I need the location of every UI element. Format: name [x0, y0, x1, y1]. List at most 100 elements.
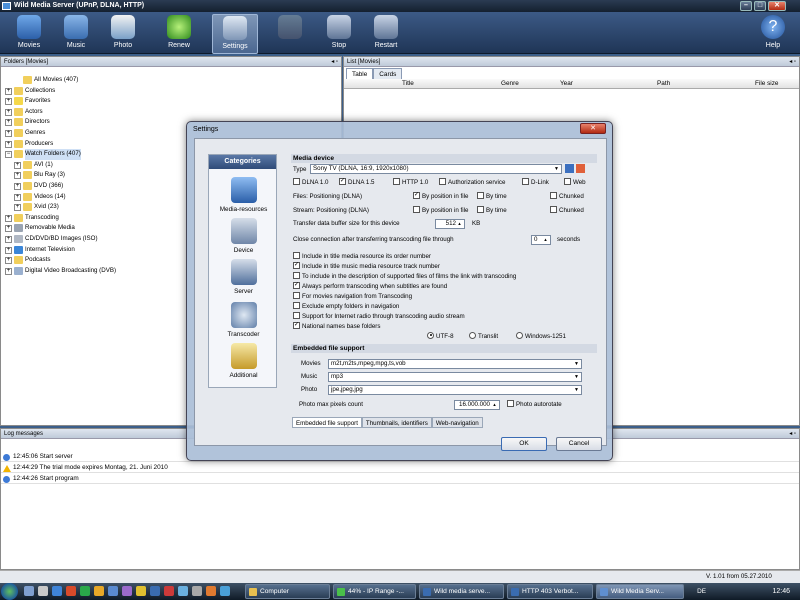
expand-icon[interactable]: +	[14, 193, 21, 201]
panel-pin-icon[interactable]: ◂ ▫	[331, 57, 338, 67]
expand-icon[interactable]: +	[5, 235, 12, 243]
quicklaunch-icon[interactable]	[178, 586, 188, 596]
photo-max-input[interactable]: 16.000.000 ▴	[454, 400, 500, 410]
category-media-resources[interactable]: Media-resources	[209, 177, 278, 213]
tree-item[interactable]: All Movies (407)	[1, 75, 341, 86]
quicklaunch-icon[interactable]	[66, 586, 76, 596]
task-ip-range[interactable]: 44% - IP Range -...	[333, 584, 416, 599]
cancel-button[interactable]: Cancel	[556, 437, 602, 451]
expand-icon[interactable]: +	[5, 140, 12, 148]
music-ext-select[interactable]: mp3 ▼	[328, 372, 582, 382]
expand-icon[interactable]: +	[14, 204, 21, 212]
http10-checkbox[interactable]: HTTP 1.0	[393, 177, 428, 188]
stop-button[interactable]: Stop	[316, 14, 362, 54]
task-wild-media-browser[interactable]: Wild media serve...	[419, 584, 504, 599]
files-by-position-checkbox[interactable]: ✓ By position in file	[413, 191, 468, 202]
music-button[interactable]: Music	[53, 14, 99, 54]
quicklaunch-icon[interactable]	[150, 586, 160, 596]
web-checkbox[interactable]: Web	[564, 177, 586, 188]
column-file-size[interactable]: File size	[755, 79, 778, 89]
stream-by-time-checkbox[interactable]: By time	[477, 205, 507, 216]
quicklaunch-icon[interactable]	[122, 586, 132, 596]
quicklaunch-icon[interactable]	[206, 586, 216, 596]
expand-icon[interactable]: +	[5, 87, 12, 95]
help-button[interactable]: ? Help	[750, 14, 796, 54]
files-by-time-checkbox[interactable]: By time	[477, 191, 507, 202]
start-button[interactable]	[1, 583, 18, 600]
tab-embedded-file-support[interactable]: Embedded file support	[292, 417, 362, 428]
maximize-button[interactable]: □	[754, 1, 766, 11]
expand-icon[interactable]: +	[5, 225, 12, 233]
files-chunked-checkbox[interactable]: Chunked	[550, 191, 584, 202]
restart-button[interactable]: Restart	[363, 14, 409, 54]
quicklaunch-icon[interactable]	[24, 586, 34, 596]
tree-item[interactable]: + Favorites	[1, 96, 341, 107]
dialog-close-button[interactable]: ✕	[580, 123, 606, 134]
photo-ext-select[interactable]: jpe,jpeg,jpg ▼	[328, 385, 582, 395]
tab-web-navigation[interactable]: Web-navigation	[431, 417, 483, 428]
device-type-select[interactable]: Sony TV (DLNA, 16:9, 1920x1080) ▼	[310, 164, 562, 174]
tab-thumbnails-identifiers[interactable]: Thumbnails, identifiers	[361, 417, 432, 428]
quicklaunch-icon[interactable]	[80, 586, 90, 596]
quicklaunch-icon[interactable]	[220, 586, 230, 596]
spinner-icon[interactable]: ▴	[456, 221, 463, 227]
expand-icon[interactable]: +	[14, 182, 21, 190]
expand-icon[interactable]: +	[5, 108, 12, 116]
enc-utf8-radio[interactable]: UTF-8	[427, 331, 454, 342]
expand-icon[interactable]: +	[5, 267, 12, 275]
close-connection-input[interactable]: 0 ▴	[531, 235, 551, 245]
quicklaunch-icon[interactable]	[164, 586, 174, 596]
category-device[interactable]: Device	[209, 218, 278, 254]
ok-button[interactable]: OK	[501, 437, 547, 451]
dlna10-checkbox[interactable]: DLNA 1.0	[293, 177, 328, 188]
column-title[interactable]: Title	[402, 79, 414, 89]
tab-cards[interactable]: Cards	[373, 68, 403, 79]
auth-service-checkbox[interactable]: Authorization service	[439, 177, 505, 188]
category-additional[interactable]: Additional	[209, 343, 278, 379]
expand-icon[interactable]: +	[5, 129, 12, 137]
expand-icon[interactable]: +	[5, 214, 12, 222]
expand-icon[interactable]: +	[5, 119, 12, 127]
quicklaunch-icon[interactable]	[192, 586, 202, 596]
spinner-icon[interactable]: ▴	[542, 237, 549, 243]
language-indicator[interactable]: DE	[697, 583, 706, 600]
photo-button[interactable]: Photo	[100, 14, 146, 54]
movies-ext-select[interactable]: m2t,m2ts,mpeg,mpg,ts,vob ▼	[328, 359, 582, 369]
task-wild-media-server[interactable]: Wild Media Serv...	[596, 584, 684, 599]
expand-icon[interactable]: +	[5, 98, 12, 106]
dlna15-checkbox[interactable]: ✓ DLNA 1.5	[339, 177, 374, 188]
quicklaunch-icon[interactable]	[136, 586, 146, 596]
quicklaunch-icon[interactable]	[108, 586, 118, 596]
task-http-403[interactable]: HTTP 403 Verbot...	[507, 584, 593, 599]
column-genre[interactable]: Genre	[501, 79, 519, 89]
buffer-size-input[interactable]: 512 ▴	[435, 219, 465, 229]
quicklaunch-icon[interactable]	[52, 586, 62, 596]
stream-by-position-checkbox[interactable]: By position in file	[413, 205, 468, 216]
spinner-icon[interactable]: ▴	[491, 402, 498, 408]
task-computer[interactable]: Computer	[245, 584, 330, 599]
collapse-icon[interactable]: −	[5, 151, 12, 159]
category-transcoder[interactable]: Transcoder	[209, 302, 278, 338]
close-button[interactable]: ✕	[768, 1, 786, 11]
expand-icon[interactable]: +	[5, 257, 12, 265]
quicklaunch-icon[interactable]	[38, 586, 48, 596]
quicklaunch-icon[interactable]	[94, 586, 104, 596]
panel-pin-icon[interactable]: ◂ ▫	[789, 57, 796, 67]
expand-icon[interactable]: +	[5, 246, 12, 254]
renew-button[interactable]: Renew	[156, 14, 202, 54]
column-year[interactable]: Year	[560, 79, 573, 89]
tab-table[interactable]: Table	[346, 68, 374, 79]
photo-autorotate-checkbox[interactable]: Photo autorotate	[507, 399, 562, 410]
tree-item[interactable]: + Collections	[1, 86, 341, 97]
option-checkbox[interactable]: ✓ National names base folders	[293, 321, 380, 332]
minimize-button[interactable]: –	[740, 1, 752, 11]
category-server[interactable]: Server	[209, 259, 278, 295]
expand-icon[interactable]: +	[14, 161, 21, 169]
delete-icon[interactable]	[576, 164, 585, 173]
settings-button[interactable]: Settings	[212, 14, 258, 54]
column-path[interactable]: Path	[657, 79, 670, 89]
stream-chunked-checkbox[interactable]: Chunked	[550, 205, 584, 216]
enc-windows1251-radio[interactable]: Windows-1251	[516, 331, 566, 342]
save-icon[interactable]	[565, 164, 574, 173]
movies-button[interactable]: Movies	[6, 14, 52, 54]
